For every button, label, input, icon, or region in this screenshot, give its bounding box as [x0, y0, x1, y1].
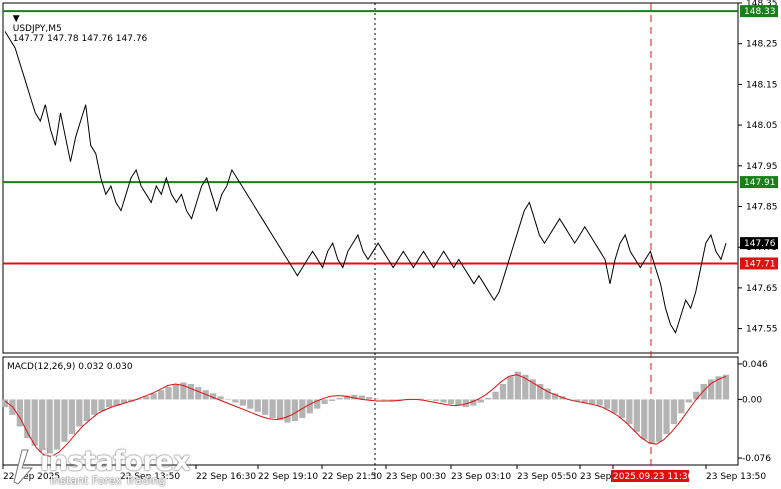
- macd-histogram-bar: [321, 399, 328, 405]
- macd-histogram-bar: [306, 399, 313, 414]
- time-tick-label: 22 Sep 21:50: [322, 472, 382, 482]
- time-tick-label: 23 Sep 13:50: [706, 472, 766, 482]
- time-tick-label-highlight: 2025.09.23 11:30: [613, 472, 694, 482]
- macd-histogram-bar: [655, 399, 663, 442]
- time-tick-label: 22 Sep 19:10: [258, 472, 318, 482]
- macd-histogram-bar: [432, 399, 440, 401]
- macd-histogram-bar: [262, 399, 269, 415]
- price-tick-label: 147.95: [746, 162, 778, 172]
- macd-histogram-bar: [366, 397, 373, 400]
- level-label-147.71: 147.71: [744, 259, 776, 269]
- macd-histogram-bar: [254, 399, 261, 412]
- price-tick-label: 147.85: [746, 202, 778, 212]
- macd-histogram-bar: [626, 399, 633, 425]
- macd-histogram-bar: [232, 399, 239, 403]
- macd-tick-label: -0.076: [742, 454, 771, 464]
- macd-histogram-bar: [150, 393, 157, 400]
- watermark-brand: instaforex: [40, 446, 191, 477]
- macd-histogram-bar: [700, 384, 707, 400]
- macd-histogram-bar: [663, 399, 670, 435]
- macd-header: MACD(12,26,9) 0.032 0.030: [7, 362, 133, 372]
- symbol-label: USDJPY,M5: [12, 24, 62, 34]
- ohlc-label: 147.77 147.78 147.76 147.76: [12, 34, 148, 44]
- price-tick-label: 148.15: [746, 80, 778, 90]
- macd-histogram-bar: [195, 387, 202, 400]
- macd-histogram-bar: [670, 399, 678, 425]
- macd-histogram-bar: [678, 399, 685, 414]
- level-label-147.91: 147.91: [744, 178, 776, 188]
- price-tick-label: 147.65: [746, 284, 778, 294]
- macd-histogram-bar: [61, 399, 68, 442]
- macd-histogram-bar: [499, 384, 507, 400]
- macd-histogram-bar: [239, 399, 246, 406]
- price-tick-label: 147.55: [746, 325, 778, 335]
- time-tick-label: 23 Sep 00:30: [386, 472, 446, 482]
- chart-stage: 148.35148.25148.15148.05147.95147.85147.…: [1, 0, 778, 482]
- macd-histogram-bar: [328, 399, 336, 401]
- watermark-tagline: Instant Forex Trading: [50, 474, 166, 487]
- collapse-arrow-icon[interactable]: ▼: [13, 14, 20, 24]
- level-label-148.33: 148.33: [744, 7, 776, 17]
- macd-histogram-bar: [276, 399, 284, 421]
- macd-histogram-bar: [31, 399, 38, 446]
- macd-histogram-bar: [284, 399, 291, 423]
- macd-histogram-bar: [172, 384, 180, 400]
- macd-histogram-bar: [685, 399, 692, 403]
- price-panel-frame: [2, 2, 739, 354]
- chart-header: ▼ USDJPY,M5 147.77 147.78 147.76 147.76: [7, 4, 148, 44]
- macd-histogram-bar: [269, 399, 276, 418]
- macd-tick-label: 0.00: [742, 395, 762, 405]
- time-tick-label: 22 Sep 16:30: [196, 472, 256, 482]
- macd-histogram-bar: [641, 399, 648, 440]
- macd-histogram-bar: [68, 399, 76, 435]
- macd-histogram-bar: [603, 399, 611, 409]
- macd-histogram-bar: [98, 399, 105, 411]
- macd-histogram-bar: [217, 396, 224, 400]
- instaforex-logo-icon: [13, 449, 34, 485]
- time-tick-label: 23 Sep 05:50: [517, 472, 577, 482]
- time-tick-label: 23 Sep: [580, 472, 612, 482]
- macd-histogram-bar: [507, 376, 514, 400]
- macd-histogram-bar: [157, 390, 165, 400]
- macd-histogram-bar: [425, 399, 432, 400]
- macd-histogram-bar: [618, 399, 626, 418]
- macd-histogram-bar: [187, 384, 194, 400]
- macd-histogram-bar: [611, 399, 618, 414]
- price-tick-label: 148.05: [746, 121, 778, 131]
- macd-histogram-bar: [648, 399, 655, 445]
- macd-histogram-bar: [380, 399, 388, 401]
- macd-histogram-bar: [440, 399, 447, 403]
- macd-histogram-bar: [633, 399, 640, 432]
- price-tick-label: 148.25: [746, 40, 778, 50]
- macd-histogram-bar: [165, 387, 172, 400]
- macd-histogram-bar: [485, 397, 492, 400]
- current-price-label: 147.76: [744, 239, 776, 249]
- macd-histogram-bar: [83, 399, 90, 422]
- macd-histogram-bar: [477, 399, 484, 403]
- macd-histogram-bar: [247, 399, 254, 409]
- macd-tick-label: 0.046: [742, 360, 768, 370]
- macd-histogram-bar: [492, 391, 499, 400]
- macd-histogram-bar: [53, 399, 61, 450]
- macd-histogram-bar: [447, 399, 455, 405]
- macd-histogram-bar: [105, 399, 113, 408]
- macd-histogram-bar: [722, 374, 730, 400]
- macd-histogram-bar: [39, 399, 46, 452]
- macd-histogram-bar: [336, 397, 343, 400]
- macd-histogram-bar: [589, 399, 596, 405]
- macd-histogram-bar: [693, 391, 700, 400]
- macd-histogram-bar: [224, 399, 232, 400]
- macd-histogram-bar: [76, 399, 83, 427]
- macd-histogram-bar: [373, 398, 380, 400]
- macd-signal-line: [4, 374, 727, 458]
- time-tick-label: 23 Sep 03:10: [451, 472, 511, 482]
- macd-histogram-bar: [91, 399, 98, 415]
- macd-histogram-bar: [291, 399, 299, 422]
- macd-histogram-bar: [596, 399, 603, 406]
